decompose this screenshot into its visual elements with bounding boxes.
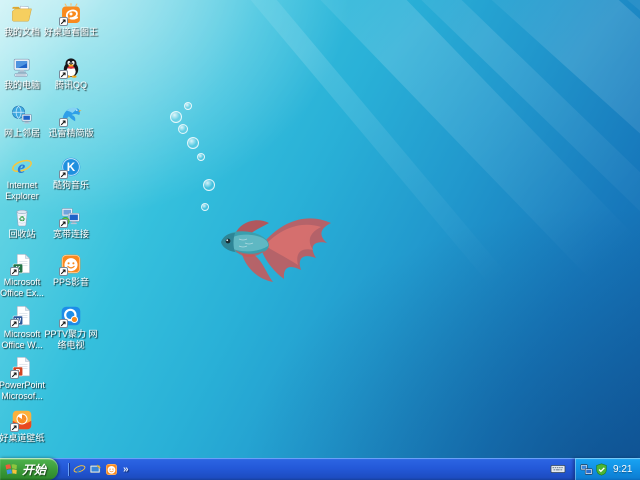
desktop-icon-powerpoint[interactable]: PPowerPoint Microsof...: [0, 356, 50, 402]
quick-launch-show-desktop[interactable]: [89, 463, 102, 476]
shortcut-arrow-overlay: [59, 118, 68, 127]
excel-icon: X: [11, 253, 33, 275]
orange-viewer-icon: [60, 3, 82, 25]
betta-fish: [213, 203, 338, 288]
pptv-icon: [60, 305, 82, 327]
shortcut-arrow-overlay: [10, 267, 19, 276]
shortcut-arrow-overlay: [10, 319, 19, 328]
desktop-icon-pps-video[interactable]: PPS影音: [43, 253, 99, 288]
desktop-icon-label: PPTV聚力 网 络电视: [43, 329, 99, 351]
tray-icon-security[interactable]: [595, 463, 608, 476]
quick-launch-drag-handle[interactable]: [68, 463, 70, 476]
tray-clock[interactable]: 9:21: [613, 464, 632, 475]
svg-text:♻: ♻: [19, 215, 26, 224]
recycle-bin-icon: ♻: [11, 205, 33, 227]
tray-icon-network-status[interactable]: [580, 463, 593, 476]
quick-launch-pps[interactable]: [105, 463, 118, 476]
desktop-icon-label: PPS影音: [43, 277, 99, 288]
shortcut-arrow-overlay: [59, 219, 68, 228]
bubble: [197, 153, 205, 161]
desktop-icon-label: 迅雷精简版: [43, 128, 99, 139]
quick-launch-icons: e: [73, 463, 118, 476]
system-tray: 9:21: [575, 458, 640, 480]
word-icon: W: [11, 305, 33, 327]
kugou-icon: K: [60, 156, 82, 178]
bubble: [170, 111, 182, 123]
language-bar-button[interactable]: [550, 462, 566, 476]
tray-icons: [580, 463, 608, 476]
bubble: [187, 137, 199, 149]
svg-text:e: e: [77, 465, 82, 476]
quick-launch-overflow-chevron[interactable]: »: [123, 464, 129, 475]
shortcut-arrow-overlay: [59, 319, 68, 328]
bubble: [203, 179, 215, 191]
desktop-icon-kugou-music[interactable]: K 酷狗音乐: [43, 156, 99, 191]
shortcut-arrow-overlay: [59, 267, 68, 276]
desktop-icon-thunder-lite[interactable]: 迅雷精简版: [43, 104, 99, 139]
broadband-icon: [60, 205, 82, 227]
desktop-icon-label: 腾讯QQ: [43, 80, 99, 91]
start-button[interactable]: 开始: [0, 458, 58, 480]
shortcut-arrow-overlay: [59, 170, 68, 179]
screen: 我的文档好桌道看图王我的电脑腾讯QQ网上邻居迅雷精简版eInternet Exp…: [0, 0, 640, 480]
thunder-bird-icon: [60, 104, 82, 126]
desktop-icon-tencent-qq[interactable]: 腾讯QQ: [43, 56, 99, 91]
desktop-icon-haozhuodao-viewer[interactable]: 好桌道看图王: [43, 3, 99, 38]
desktop-icon-label: 宽带连接: [43, 229, 99, 240]
windows-flag-icon: [4, 462, 19, 476]
orange-wallpaper-icon: [11, 409, 33, 431]
quick-launch-ie[interactable]: e: [73, 463, 86, 476]
pps-icon: [60, 253, 82, 275]
shortcut-arrow-overlay: [59, 17, 68, 26]
shortcut-arrow-overlay: [10, 370, 19, 379]
desktop-icon-label: 酷狗音乐: [43, 180, 99, 191]
computer-icon: [11, 56, 33, 78]
powerpoint-icon: P: [11, 356, 33, 378]
svg-text:K: K: [67, 161, 76, 174]
shortcut-arrow-overlay: [10, 423, 19, 432]
bubble: [184, 102, 192, 110]
desktop-icon-broadband-connection[interactable]: 宽带连接: [43, 205, 99, 240]
desktop-icon-haozhuodao-wallpaper[interactable]: 好桌道壁纸: [0, 409, 50, 444]
desktop[interactable]: 我的文档好桌道看图王我的电脑腾讯QQ网上邻居迅雷精简版eInternet Exp…: [0, 0, 640, 458]
desktop-icon-label: PowerPoint Microsof...: [0, 380, 50, 402]
bubble: [201, 203, 209, 211]
qq-penguin-icon: [60, 56, 82, 78]
taskbar: 开始 e » 9:21: [0, 458, 640, 480]
bubble: [178, 124, 188, 134]
ie-icon: e: [11, 156, 33, 178]
start-button-label: 开始: [22, 461, 46, 478]
shortcut-arrow-overlay: [59, 70, 68, 79]
network-globe-icon: [11, 104, 33, 126]
desktop-icon-pptv[interactable]: PPTV聚力 网 络电视: [43, 305, 99, 351]
desktop-icon-label: 好桌道壁纸: [0, 433, 50, 444]
desktop-icon-label: 好桌道看图王: [43, 27, 99, 38]
svg-text:e: e: [17, 157, 25, 177]
folder-icon: [11, 3, 33, 25]
quick-launch-bar: e »: [62, 458, 129, 480]
